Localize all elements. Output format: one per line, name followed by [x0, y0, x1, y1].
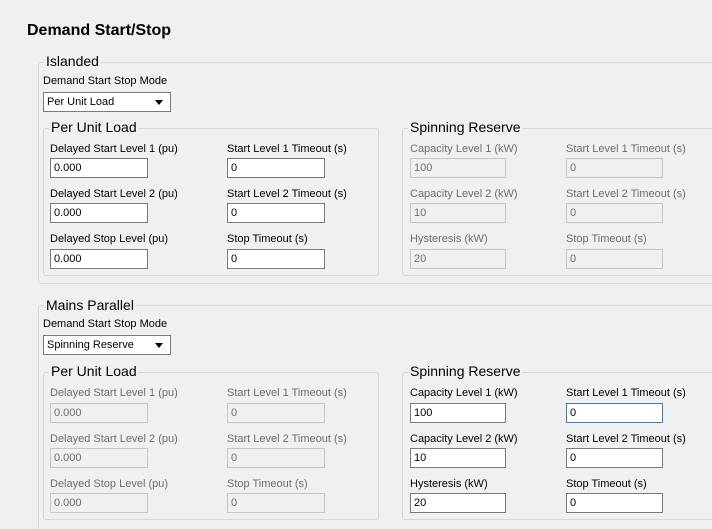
islanded-stop-timeout-label: Stop Timeout (s)	[227, 233, 308, 245]
mains-sr-stop-timeout-label: Stop Timeout (s)	[566, 478, 647, 490]
islanded-delayed-stop-input[interactable]: 0.000	[50, 249, 148, 269]
mains-start-timeout-1-input: 0	[227, 403, 325, 423]
mains-delayed-stop-label: Delayed Stop Level (pu)	[50, 478, 169, 490]
islanded-capacity-2-label: Capacity Level 2 (kW)	[410, 188, 518, 200]
mains-sr-start-timeout-1-input[interactable]: 0	[566, 403, 663, 423]
islanded-legend: Islanded	[44, 53, 101, 69]
islanded-start-timeout-1-label: Start Level 1 Timeout (s)	[227, 143, 347, 155]
islanded-start-timeout-2-label: Start Level 2 Timeout (s)	[227, 188, 347, 200]
islanded-stop-timeout-input[interactable]: 0	[227, 249, 325, 269]
mains-delayed-start-1-label: Delayed Start Level 1 (pu)	[50, 387, 178, 399]
page-title: Demand Start/Stop	[27, 22, 172, 39]
islanded-capacity-1-input: 100	[410, 158, 506, 178]
islanded-per-unit-legend: Per Unit Load	[49, 119, 139, 135]
islanded-capacity-2-input: 10	[410, 203, 506, 223]
mains-capacity-1-label: Capacity Level 1 (kW)	[410, 387, 518, 399]
mains-mode-value: Spinning Reserve	[47, 339, 134, 351]
islanded-sr-start-timeout-2-label: Start Level 2 Timeout (s)	[566, 188, 686, 200]
mains-stop-timeout-label: Stop Timeout (s)	[227, 478, 308, 490]
islanded-hysteresis-label: Hysteresis (kW)	[410, 233, 488, 245]
islanded-mode-value: Per Unit Load	[47, 96, 115, 108]
mains-delayed-stop-input: 0.000	[50, 493, 148, 513]
mains-sr-start-timeout-2-input[interactable]: 0	[566, 448, 663, 468]
islanded-delayed-start-1-input[interactable]: 0.000	[50, 158, 148, 178]
islanded-capacity-1-label: Capacity Level 1 (kW)	[410, 143, 518, 155]
mains-spinning-legend: Spinning Reserve	[408, 363, 523, 379]
islanded-delayed-start-1-label: Delayed Start Level 1 (pu)	[50, 143, 178, 155]
chevron-down-icon	[155, 100, 163, 105]
mains-delayed-start-2-label: Delayed Start Level 2 (pu)	[50, 433, 178, 445]
mains-start-timeout-2-label: Start Level 2 Timeout (s)	[227, 433, 347, 445]
islanded-start-timeout-1-input[interactable]: 0	[227, 158, 325, 178]
mains-hysteresis-label: Hysteresis (kW)	[410, 478, 488, 490]
islanded-mode-label: Demand Start Stop Mode	[43, 75, 168, 87]
islanded-sr-stop-timeout-input: 0	[566, 249, 663, 269]
mains-per-unit-legend: Per Unit Load	[49, 363, 139, 379]
islanded-sr-stop-timeout-label: Stop Timeout (s)	[566, 233, 647, 245]
mains-delayed-start-1-input: 0.000	[50, 403, 148, 423]
islanded-sr-start-timeout-1-label: Start Level 1 Timeout (s)	[566, 143, 686, 155]
mains-delayed-start-2-input: 0.000	[50, 448, 148, 468]
mains-capacity-2-input[interactable]: 10	[410, 448, 506, 468]
islanded-hysteresis-input: 20	[410, 249, 506, 269]
mains-hysteresis-input[interactable]: 20	[410, 493, 506, 513]
mains-start-timeout-2-input: 0	[227, 448, 325, 468]
demand-start-stop-panel: Demand Start/Stop Islanded Demand Start …	[0, 0, 712, 529]
mains-sr-start-timeout-1-label: Start Level 1 Timeout (s)	[566, 387, 686, 399]
mains-parallel-legend: Mains Parallel	[44, 297, 136, 313]
islanded-mode-dropdown[interactable]: Per Unit Load	[43, 92, 171, 112]
islanded-delayed-start-2-label: Delayed Start Level 2 (pu)	[50, 188, 178, 200]
mains-mode-dropdown[interactable]: Spinning Reserve	[43, 335, 171, 355]
islanded-sr-start-timeout-2-input: 0	[566, 203, 663, 223]
mains-stop-timeout-input: 0	[227, 493, 325, 513]
mains-capacity-1-input[interactable]: 100	[410, 403, 506, 423]
mains-start-timeout-1-label: Start Level 1 Timeout (s)	[227, 387, 347, 399]
islanded-delayed-stop-label: Delayed Stop Level (pu)	[50, 233, 169, 245]
islanded-delayed-start-2-input[interactable]: 0.000	[50, 203, 148, 223]
mains-capacity-2-label: Capacity Level 2 (kW)	[410, 433, 518, 445]
chevron-down-icon	[155, 343, 163, 348]
mains-sr-start-timeout-2-label: Start Level 2 Timeout (s)	[566, 433, 686, 445]
islanded-sr-start-timeout-1-input: 0	[566, 158, 663, 178]
islanded-start-timeout-2-input[interactable]: 0	[227, 203, 325, 223]
islanded-spinning-legend: Spinning Reserve	[408, 119, 523, 135]
mains-mode-label: Demand Start Stop Mode	[43, 318, 168, 330]
mains-sr-stop-timeout-input[interactable]: 0	[566, 493, 663, 513]
